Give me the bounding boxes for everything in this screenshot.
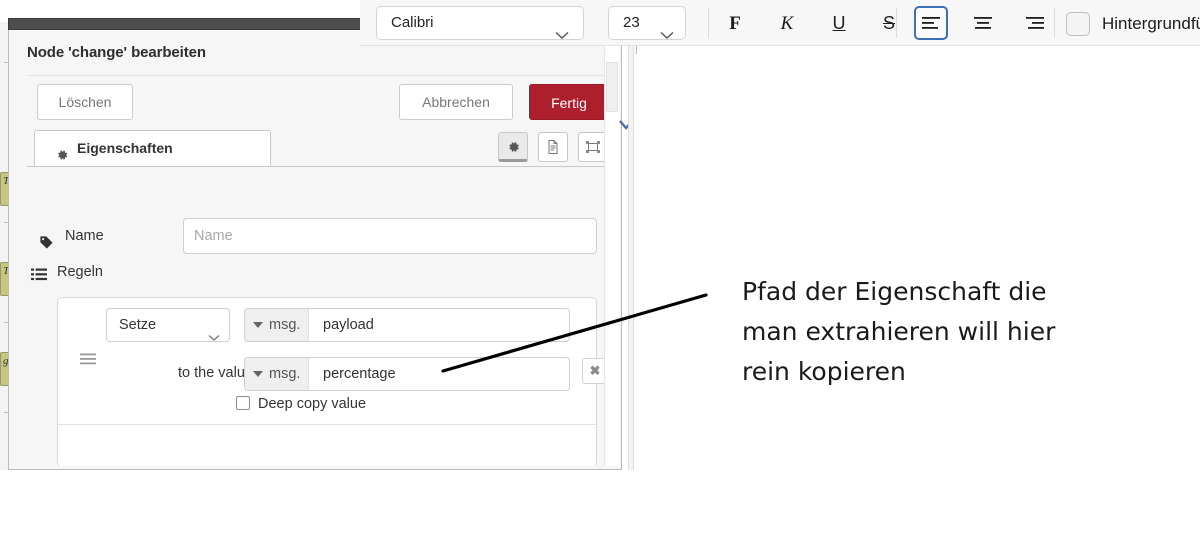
- delete-button[interactable]: Löschen: [37, 84, 133, 120]
- rule-value-prefix: msg.: [269, 366, 301, 382]
- underline-button[interactable]: U: [822, 6, 856, 40]
- to-the-value-label: to the value: [178, 365, 253, 381]
- toolbar-separator: [708, 8, 709, 38]
- appearance-icon: [586, 141, 600, 153]
- align-center-button[interactable]: [966, 6, 1000, 40]
- chevron-down-icon: [660, 20, 674, 52]
- annotation-line-2: man extrahieren will hier: [742, 317, 1056, 346]
- align-left-icon: [922, 17, 940, 29]
- background-fill-checkbox[interactable]: [1066, 12, 1090, 36]
- rule-property-prefix: msg.: [269, 317, 301, 333]
- caret-down-icon: [253, 371, 263, 377]
- dialog-scrollbar-thumb[interactable]: [606, 62, 618, 112]
- align-right-icon: [1026, 17, 1044, 29]
- rules-list: Setze msg. payload to the value msg. per…: [57, 297, 608, 466]
- cancel-button[interactable]: Abbrechen: [399, 84, 513, 120]
- align-left-button[interactable]: [914, 6, 948, 40]
- edit-node-dialog: Node 'change' bearbeiten Löschen Abbrech…: [8, 30, 622, 470]
- italic-button[interactable]: K: [770, 6, 804, 40]
- align-center-icon: [974, 17, 992, 29]
- gear-icon: [55, 140, 69, 160]
- editor-right-edge: [628, 30, 634, 470]
- rules-label: Regeln: [31, 258, 103, 286]
- gear-icon: [509, 142, 519, 152]
- chevron-down-icon: [208, 322, 220, 354]
- name-row: Name: [35, 218, 605, 254]
- page-bottom-area: [0, 470, 1200, 533]
- description-icon: [548, 140, 558, 154]
- annotation-text: Pfad der Eigenschaft die man extrahieren…: [742, 272, 1142, 392]
- name-label-text: Name: [65, 228, 104, 244]
- rule-property-value[interactable]: payload: [323, 309, 374, 341]
- strikethrough-button[interactable]: S: [872, 6, 906, 40]
- annotation-line-1: Pfad der Eigenschaft die: [742, 277, 1047, 306]
- font-family-value: Calibri: [391, 14, 434, 31]
- done-button[interactable]: Fertig: [529, 84, 609, 120]
- description-icon-button[interactable]: [538, 132, 568, 162]
- rule-value-value[interactable]: percentage: [323, 358, 396, 390]
- rule-property-type-select[interactable]: msg.: [245, 309, 310, 341]
- deep-copy-label: Deep copy value: [258, 396, 367, 412]
- rules-label-text: Regeln: [57, 264, 103, 280]
- name-input[interactable]: [183, 218, 597, 254]
- gear-icon-button[interactable]: [498, 132, 528, 162]
- toolbar-separator: [896, 8, 897, 38]
- background-fill-label: Hintergrundfü: [1102, 14, 1200, 33]
- align-right-button[interactable]: [1018, 6, 1052, 40]
- deep-copy-checkbox[interactable]: [236, 396, 250, 410]
- drag-handle-icon[interactable]: [80, 351, 96, 367]
- annotation-line-3: rein kopieren: [742, 357, 906, 386]
- node-red-editor-backdrop: T T g. Node 'change' bearbeiten Löschen …: [0, 0, 1200, 470]
- name-label: Name: [40, 218, 104, 254]
- tab-label: Eigenschaften: [77, 140, 173, 156]
- toolbar-separator: [1054, 8, 1055, 38]
- format-toolbar: Calibri 23 F K U S Hintergrundfü: [360, 0, 1200, 46]
- node-properties-form: Name Regeln: [27, 170, 609, 466]
- dialog-button-row: Löschen Abbrechen Fertig: [27, 80, 609, 126]
- font-size-value: 23: [623, 14, 640, 31]
- chevron-down-icon: [555, 20, 569, 52]
- tab-strip: Eigenschaften: [27, 130, 609, 167]
- tab-eigenschaften[interactable]: Eigenschaften: [34, 130, 271, 166]
- tag-icon: [39, 228, 54, 264]
- caret-down-icon: [253, 322, 263, 328]
- rule-row: Setze msg. payload to the value msg. per…: [58, 298, 608, 425]
- rule-action-select[interactable]: Setze: [106, 308, 230, 342]
- font-size-select[interactable]: 23: [608, 6, 686, 40]
- rule-value-typed-input[interactable]: msg. percentage: [244, 357, 570, 391]
- bold-button[interactable]: F: [718, 6, 752, 40]
- rule-property-typed-input[interactable]: msg. payload: [244, 308, 570, 342]
- rule-action-value: Setze: [119, 317, 157, 333]
- panel-corner-marker: [630, 45, 637, 54]
- deep-copy-checkbox-row[interactable]: Deep copy value: [236, 394, 367, 414]
- rule-value-type-select[interactable]: msg.: [245, 358, 310, 390]
- list-icon: [31, 264, 47, 292]
- font-family-select[interactable]: Calibri: [376, 6, 584, 40]
